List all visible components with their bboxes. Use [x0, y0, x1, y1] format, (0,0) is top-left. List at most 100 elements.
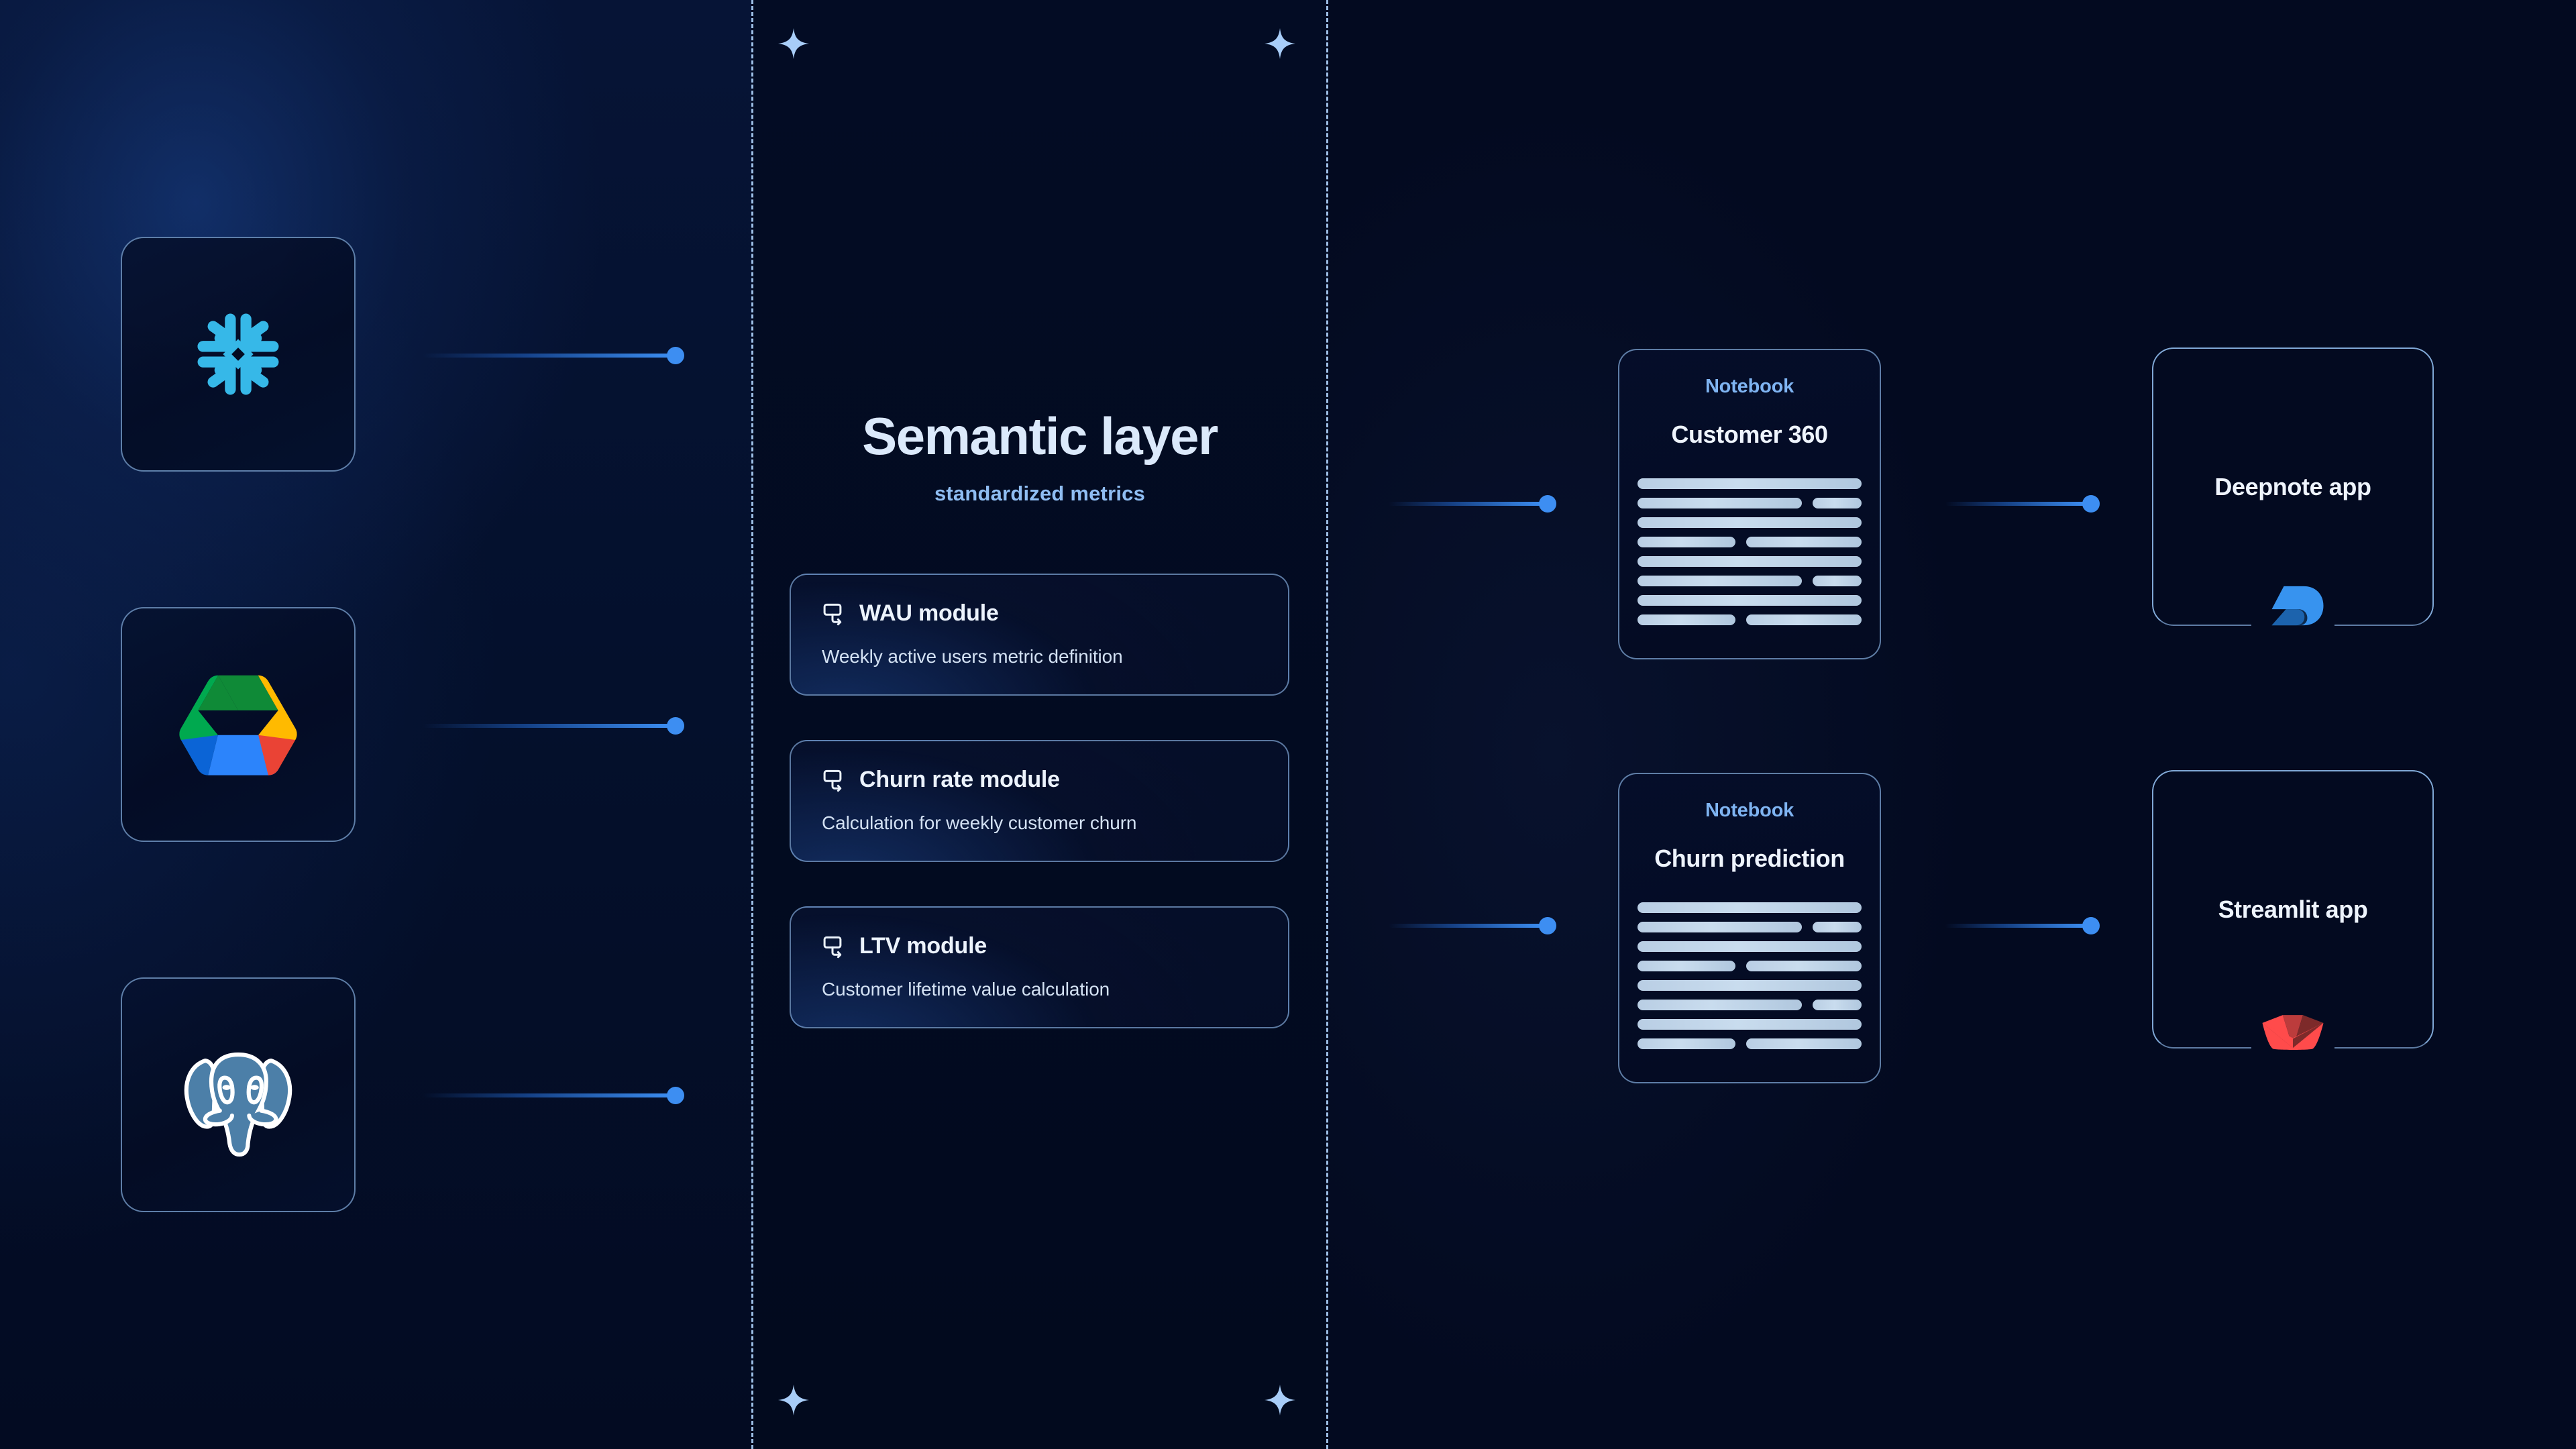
module-description: Customer lifetime value calculation — [822, 979, 1110, 1000]
module-description: Calculation for weekly customer churn — [822, 812, 1137, 833]
notebook-line — [1638, 902, 1862, 913]
connector-wire — [423, 1093, 669, 1097]
module-card-ltv[interactable]: LTV module Customer lifetime value calcu… — [790, 906, 1289, 1028]
semantic-layer-divider-left — [751, 0, 753, 1449]
google-drive-logo — [178, 672, 298, 777]
notebook-line — [1638, 595, 1862, 606]
notebook-line — [1813, 922, 1862, 932]
notebook-line — [1638, 498, 1803, 508]
app-card-streamlit[interactable]: Streamlit app — [2152, 770, 2434, 1051]
monitor-arrow-icon — [822, 934, 847, 959]
connector-node — [667, 1087, 684, 1104]
four-point-star-icon — [1265, 28, 1295, 59]
notebook-kicker: Notebook — [1705, 800, 1794, 821]
connector-node — [2082, 917, 2100, 934]
source-card-snowflake[interactable] — [121, 237, 356, 472]
notebook-line — [1638, 478, 1862, 489]
notebook-line-row — [1638, 595, 1862, 606]
notebook-line-row — [1638, 478, 1862, 489]
four-point-star-icon — [778, 28, 809, 59]
notebook-line — [1638, 576, 1803, 586]
notebook-line-row — [1638, 902, 1862, 913]
notebook-line-row — [1638, 556, 1862, 567]
semantic-layer-divider-right — [1326, 0, 1328, 1449]
notebook-line — [1638, 556, 1862, 567]
connector-wire — [423, 354, 669, 358]
connector-node — [1539, 917, 1556, 934]
notebook-line-row — [1638, 498, 1862, 508]
module-header: Churn rate module — [822, 767, 1257, 793]
connector-node — [667, 717, 684, 735]
connector-postgres-to-semantic-layer — [423, 1087, 684, 1104]
notebook-line — [1746, 1038, 1862, 1049]
notebook-line-row — [1638, 576, 1862, 586]
connector-node — [1539, 495, 1556, 513]
notebook-line — [1638, 614, 1735, 625]
monitor-arrow-icon — [822, 767, 847, 793]
notebook-line — [1746, 537, 1862, 547]
postgresql-logo — [171, 1028, 305, 1162]
connector-wire — [1389, 502, 1541, 506]
app-card-deepnote[interactable]: Deepnote app — [2152, 347, 2434, 626]
notebook-line — [1813, 498, 1862, 508]
notebook-line — [1638, 941, 1862, 952]
notebook-line — [1746, 614, 1862, 625]
notebook-line-row — [1638, 1038, 1862, 1049]
notebook-line — [1746, 961, 1862, 971]
connector-wire — [423, 724, 669, 728]
source-card-postgresql[interactable] — [121, 977, 356, 1212]
streamlit-logo — [2255, 991, 2330, 1066]
module-title: WAU module — [859, 600, 999, 626]
module-card-churn-rate[interactable]: Churn rate module Calculation for weekly… — [790, 740, 1289, 862]
notebook-line-row — [1638, 537, 1862, 547]
connector-node — [667, 347, 684, 364]
notebook-line — [1638, 1000, 1803, 1010]
notebook-card-customer-360[interactable]: Notebook Customer 360 — [1618, 349, 1881, 659]
notebook-line-row — [1638, 517, 1862, 528]
connector-semantic-to-notebook-customer360 — [1389, 495, 1556, 513]
notebook-line-row — [1638, 980, 1862, 991]
snowflake-logo — [176, 292, 301, 417]
page-subtitle: standardized metrics — [934, 482, 1146, 505]
notebook-title: Customer 360 — [1671, 421, 1828, 448]
connector-notebook-to-deepnote-app — [1945, 495, 2100, 513]
notebook-placeholder-lines — [1638, 478, 1862, 625]
notebook-line — [1813, 1000, 1862, 1010]
notebook-line-row — [1638, 941, 1862, 952]
module-header: WAU module — [822, 600, 1257, 627]
deepnote-logo — [2255, 568, 2330, 643]
connector-wire — [1389, 924, 1541, 928]
notebook-line — [1638, 980, 1862, 991]
notebook-line — [1813, 576, 1862, 586]
module-header: LTV module — [822, 933, 1257, 959]
connector-wire — [1945, 502, 2084, 506]
source-card-google-drive[interactable] — [121, 607, 356, 842]
notebook-line — [1638, 922, 1803, 932]
notebook-line-row — [1638, 614, 1862, 625]
connector-drive-to-semantic-layer — [423, 717, 684, 735]
app-label: Streamlit app — [2218, 895, 2368, 923]
notebook-line — [1638, 1019, 1862, 1030]
notebook-line-row — [1638, 961, 1862, 971]
notebook-line-row — [1638, 1000, 1862, 1010]
notebook-line-row — [1638, 1019, 1862, 1030]
four-point-star-icon — [1265, 1385, 1295, 1415]
notebook-kicker: Notebook — [1705, 376, 1794, 397]
four-point-star-icon — [778, 1385, 809, 1415]
notebook-line — [1638, 517, 1862, 528]
center-background — [751, 0, 1328, 1449]
connector-snowflake-to-semantic-layer — [423, 347, 684, 364]
notebook-line — [1638, 961, 1735, 971]
connector-wire — [1945, 924, 2084, 928]
notebook-line — [1638, 537, 1735, 547]
connector-semantic-to-notebook-churn — [1389, 917, 1556, 934]
notebook-card-churn-prediction[interactable]: Notebook Churn prediction — [1618, 773, 1881, 1083]
module-card-wau[interactable]: WAU module Weekly active users metric de… — [790, 574, 1289, 696]
module-title: LTV module — [859, 933, 987, 959]
module-title: Churn rate module — [859, 767, 1060, 792]
monitor-arrow-icon — [822, 601, 847, 627]
app-label: Deepnote app — [2214, 472, 2371, 500]
notebook-title: Churn prediction — [1654, 845, 1845, 872]
notebook-placeholder-lines — [1638, 902, 1862, 1049]
notebook-line-row — [1638, 922, 1862, 932]
